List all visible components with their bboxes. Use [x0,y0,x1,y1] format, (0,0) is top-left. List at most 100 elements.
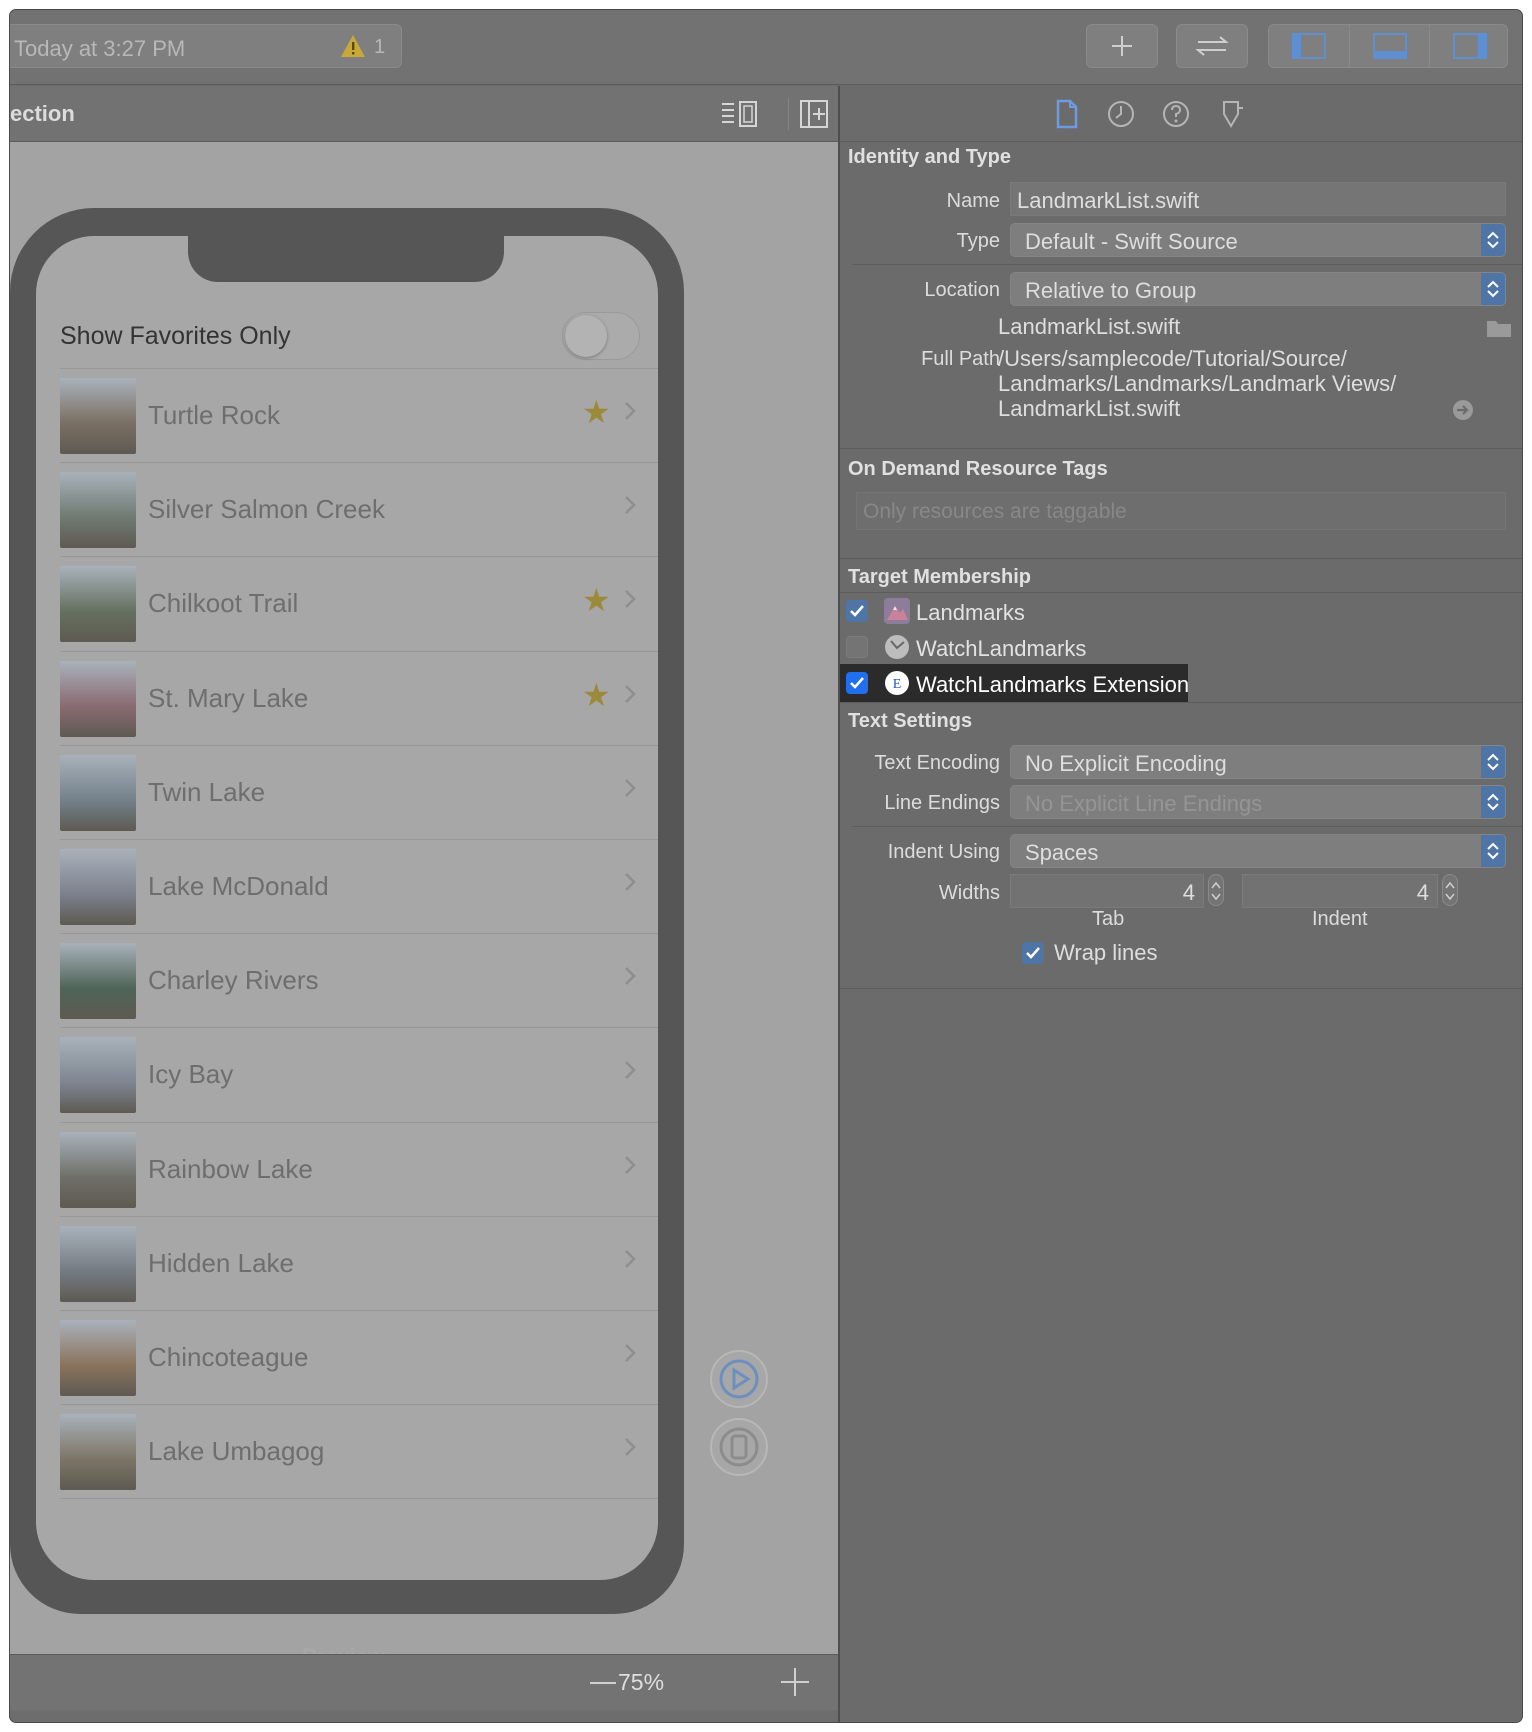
target-checkbox-landmarks[interactable] [846,600,868,622]
landmark-name: Charley Rivers [148,965,319,996]
landmark-name: Icy Bay [148,1059,234,1090]
line-endings-value: No Explicit Line Endings [1025,791,1263,816]
tab-width-stepper[interactable] [1208,874,1224,906]
reveal-in-finder-icon[interactable] [1452,399,1474,421]
landmark-thumbnail [60,566,136,643]
folder-icon[interactable] [1486,318,1512,338]
landmark-row[interactable]: Turtle Rock ★ [60,369,658,464]
wrap-lines-checkbox[interactable] [1022,942,1044,964]
quick-help-icon[interactable] [1160,98,1192,130]
canvas-bottom-bar: 75% [10,1654,838,1710]
text-settings-title: Text Settings [848,710,973,732]
odr-placeholder: Only resources are taggable [863,500,1127,523]
popup-arrows-icon [1481,746,1505,778]
chevron-right-icon [625,684,636,703]
zoom-level[interactable]: 75% [618,1669,664,1696]
landmark-row[interactable]: Icy Bay [60,1028,658,1123]
landmark-name: Chilkoot Trail [148,588,299,619]
landmark-row[interactable]: Chilkoot Trail ★ [60,557,658,652]
landmark-row[interactable]: Chincoteague [60,1311,658,1406]
type-popup[interactable]: Default - Swift Source [1010,223,1506,257]
section-divider [840,448,1522,449]
toggle-inspector-button[interactable] [1429,25,1509,67]
target-checkbox-watchlandmarks[interactable] [846,636,868,658]
warning-icon[interactable] [340,34,366,58]
extension-icon: E [885,671,909,695]
editor-options-icon[interactable] [720,100,758,128]
chevron-right-icon [625,1438,636,1456]
warning-count: 1 [374,36,386,58]
device-frame: Show Favorites Only Turtle Rock ★ Silver S… [10,208,684,1614]
add-icon [1112,36,1132,56]
swap-icon [1195,36,1229,56]
target-checkbox-watch-extension[interactable] [846,672,868,694]
landmark-row[interactable]: Lake McDonald [60,840,658,935]
footer-strip [10,1710,838,1722]
zoom-out-button[interactable] [590,1682,616,1684]
file-inspector: Identity and Type Name LandmarkList.swif… [840,86,1522,1722]
landmark-row[interactable]: Rainbow Lake [60,1123,658,1217]
xcode-window: Today at 3:27 PM 1 ection Show Favorites… [10,10,1522,1722]
landmark-list: Turtle Rock ★ Silver Salmon Creek Chilkoot … [60,368,658,1500]
chevron-right-icon [625,496,636,515]
text-encoding-value: No Explicit Encoding [1025,751,1227,776]
toggle-navigator-button[interactable] [1269,25,1349,67]
tab-width-field[interactable]: 4 [1010,874,1204,908]
favorites-toggle[interactable] [562,312,640,360]
landmarks-app-icon [884,598,910,624]
chevron-right-icon [625,1155,636,1174]
divider [852,826,1522,827]
text-encoding-popup[interactable]: No Explicit Encoding [1010,745,1506,779]
indent-using-popup[interactable]: Spaces [1010,834,1506,868]
activity-status[interactable]: Today at 3:27 PM 1 [10,24,402,68]
odr-tags-field: Only resources are taggable [856,492,1506,530]
indent-width-field[interactable]: 4 [1242,874,1438,908]
landmark-row[interactable]: Charley Rivers [60,934,658,1029]
widths-label: Widths [938,882,1000,904]
landmark-row[interactable]: Lake Umbagog [60,1405,658,1500]
indent-width-stepper[interactable] [1442,874,1458,906]
landmark-thumbnail [60,1319,136,1396]
inspector-panel-icon [1452,33,1487,59]
toggle-debug-area-button[interactable] [1349,25,1429,67]
landmark-row[interactable]: Silver Salmon Creek [60,463,658,558]
chevron-right-icon [625,778,636,797]
landmark-name: Chincoteague [148,1341,309,1372]
accessibility-icon[interactable] [1215,98,1247,130]
type-label: Type [956,230,1000,252]
full-path-line-3: LandmarkList.swift [998,396,1181,421]
indent-width-value: 4 [1416,880,1429,905]
landmark-thumbnail [60,943,136,1020]
landmark-thumbnail [60,660,136,737]
navigator-panel-icon [1292,33,1326,59]
location-value: Relative to Group [1025,278,1197,303]
landmark-row[interactable]: Hidden Lake [60,1217,658,1311]
history-icon[interactable] [1105,98,1137,130]
device-preview-button[interactable] [710,1418,768,1476]
inspector-tabs [840,86,1522,142]
panel-toggle-group [1268,24,1508,68]
targets-section-title: Target Membership [848,566,1031,588]
code-review-button[interactable] [1176,24,1248,68]
landmark-name: Twin Lake [148,776,266,807]
zoom-in-icon[interactable] [780,1667,810,1697]
line-endings-popup[interactable]: No Explicit Line Endings [1010,785,1506,819]
target-name-landmarks: Landmarks [916,600,1025,625]
svg-text:E: E [893,677,902,692]
add-library-button[interactable] [1086,24,1158,68]
chevron-right-icon [625,967,636,986]
identity-section-title: Identity and Type [848,146,1011,168]
location-label: Location [924,279,1000,301]
landmark-row[interactable]: St. Mary Lake ★ [60,652,658,746]
live-preview-button[interactable] [710,1350,768,1408]
favorite-star-icon: ★ [582,676,611,713]
location-popup[interactable]: Relative to Group [1010,272,1506,306]
file-inspector-icon[interactable] [1050,98,1082,130]
landmark-name: Turtle Rock [148,400,280,430]
landmark-thumbnail [60,1414,136,1491]
add-editor-icon[interactable] [800,100,828,128]
indent-using-value: Spaces [1025,840,1099,865]
section-divider [840,558,1522,559]
name-field[interactable]: LandmarkList.swift [1010,182,1506,216]
landmark-row[interactable]: Twin Lake [60,746,658,840]
